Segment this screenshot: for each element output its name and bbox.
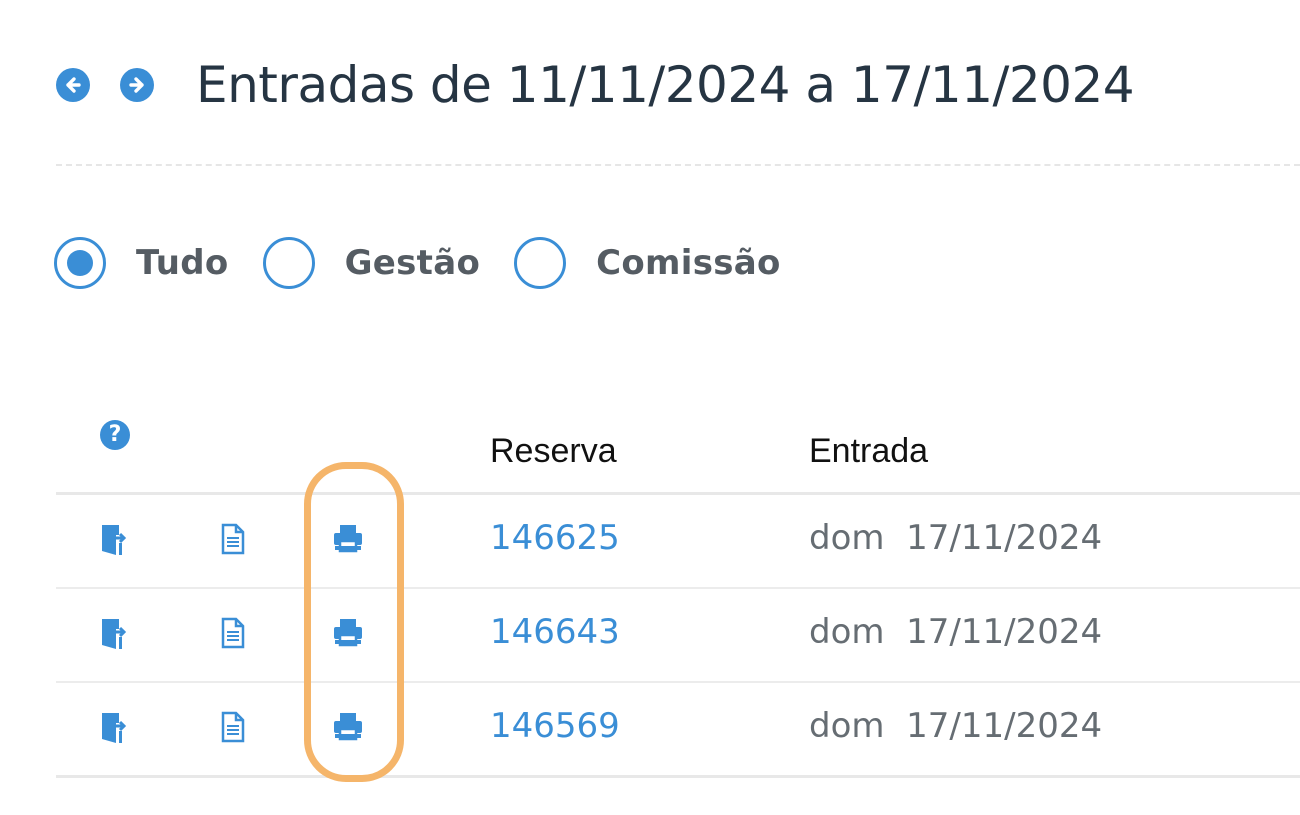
check-in-door-icon[interactable]: [100, 617, 128, 655]
entry-date: dom 17/11/2024: [809, 518, 1102, 558]
column-header-reserva[interactable]: Reserva: [490, 432, 617, 471]
entry-weekday: dom: [809, 612, 885, 652]
filter-label-comissao: Comissão: [596, 243, 781, 283]
print-icon[interactable]: [332, 617, 364, 651]
arrivals-table: ? Reserva Entrada 146625 dom 17/11/2024 …: [56, 412, 1300, 778]
table-row: 146569 dom 17/11/2024: [56, 683, 1300, 778]
document-icon[interactable]: [220, 523, 246, 559]
table-row: 146625 dom 17/11/2024: [56, 495, 1300, 589]
next-week-button[interactable]: [120, 68, 154, 102]
entry-date-value: 17/11/2024: [906, 706, 1103, 746]
filter-radio-group: Tudo Gestão Comissão: [54, 234, 781, 292]
reservation-link[interactable]: 146569: [490, 706, 620, 746]
radio-dot: [67, 250, 93, 276]
entry-date: dom 17/11/2024: [809, 706, 1102, 746]
question-circle-icon[interactable]: ?: [100, 420, 130, 450]
arrow-right-circle-icon: [129, 77, 144, 93]
entry-date: dom 17/11/2024: [809, 612, 1102, 652]
table-header: ? Reserva Entrada: [56, 412, 1300, 495]
entry-weekday: dom: [809, 706, 885, 746]
header: Entradas de 11/11/2024 a 17/11/2024: [56, 50, 1135, 120]
filter-label-tudo: Tudo: [136, 243, 229, 283]
radio-button[interactable]: [514, 237, 567, 289]
reservation-link[interactable]: 146625: [490, 518, 620, 558]
page-title: Entradas de 11/11/2024 a 17/11/2024: [196, 56, 1135, 114]
radio-button[interactable]: [262, 237, 315, 289]
page: Entradas de 11/11/2024 a 17/11/2024 Tudo…: [0, 0, 1300, 815]
column-header-entrada[interactable]: Entrada: [809, 432, 928, 471]
filter-option-gestao[interactable]: Gestão: [262, 237, 481, 289]
radio-button-selected[interactable]: [54, 237, 106, 289]
reservation-link[interactable]: 146643: [490, 612, 620, 652]
check-in-door-icon[interactable]: [100, 711, 128, 749]
entry-date-value: 17/11/2024: [906, 612, 1103, 652]
entry-weekday: dom: [809, 518, 885, 558]
header-divider: [56, 164, 1300, 166]
check-in-door-icon[interactable]: [100, 523, 128, 561]
filter-label-gestao: Gestão: [344, 243, 481, 283]
print-icon[interactable]: [332, 711, 364, 745]
arrow-left-circle-icon: [66, 77, 81, 93]
entry-date-value: 17/11/2024: [906, 518, 1103, 558]
table-row: 146643 dom 17/11/2024: [56, 589, 1300, 683]
document-icon[interactable]: [220, 617, 246, 653]
filter-option-tudo[interactable]: Tudo: [54, 237, 229, 289]
filter-option-comissao[interactable]: Comissão: [514, 237, 781, 289]
print-icon[interactable]: [332, 523, 364, 557]
document-icon[interactable]: [220, 711, 246, 747]
previous-week-button[interactable]: [56, 68, 90, 102]
